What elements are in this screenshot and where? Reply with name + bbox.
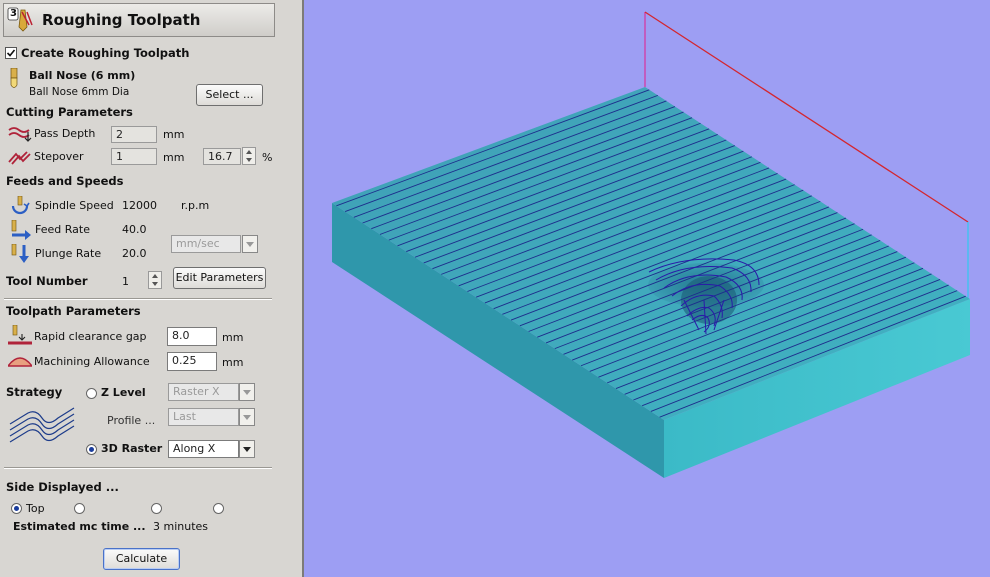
estimated-time-label: Estimated mc time ... xyxy=(13,520,146,533)
pass-depth-input[interactable]: 2 xyxy=(111,126,157,143)
pass-depth-unit: mm xyxy=(163,128,185,141)
strategy-raster-icon xyxy=(8,404,78,448)
create-roughing-label: Create Roughing Toolpath xyxy=(21,46,190,60)
side-option-2-radio[interactable] xyxy=(74,503,85,514)
stepover-percent-input[interactable]: 16.7 xyxy=(203,148,241,165)
zlevel-radio[interactable] xyxy=(86,388,97,399)
feed-rate-icon xyxy=(10,219,32,244)
select-tool-button[interactable]: Select ... xyxy=(196,84,263,106)
raster3d-radio[interactable] xyxy=(86,444,97,455)
tool-description: Ball Nose 6mm Dia xyxy=(29,86,130,98)
profile-dropdown-arrow[interactable] xyxy=(239,408,255,426)
side-option-4-radio[interactable] xyxy=(213,503,224,514)
spindle-speed-unit: r.p.m xyxy=(181,199,210,212)
tool-name: Ball Nose (6 mm) xyxy=(29,69,136,82)
tool-number-value[interactable]: 1 xyxy=(122,275,129,288)
feeds-speeds-heading: Feeds and Speeds xyxy=(6,174,124,188)
profile-select[interactable]: Last xyxy=(168,408,239,426)
raster3d-direction-dropdown-arrow[interactable] xyxy=(239,440,255,458)
stepover-label: Stepover xyxy=(34,150,84,163)
zlevel-raster-select[interactable]: Raster X xyxy=(168,383,239,401)
raster3d-direction-select[interactable]: Along X xyxy=(168,440,239,458)
pass-depth-icon xyxy=(8,126,32,146)
stepover-percent-spinner[interactable] xyxy=(242,147,256,165)
toolpath-parameters-heading: Toolpath Parameters xyxy=(6,304,141,318)
machining-allowance-icon xyxy=(6,352,34,372)
title-icon-number: 3 xyxy=(10,8,17,19)
tool-number-spinner[interactable] xyxy=(148,271,162,289)
zlevel-label: Z Level xyxy=(101,386,146,399)
pass-depth-label: Pass Depth xyxy=(34,127,96,140)
raster3d-label: 3D Raster xyxy=(101,442,163,455)
calculate-button[interactable]: Calculate xyxy=(103,548,180,570)
3d-viewport[interactable] xyxy=(304,0,990,577)
strategy-label: Strategy xyxy=(6,385,63,399)
machining-allowance-input[interactable]: 0.25 xyxy=(167,352,217,371)
side-displayed-heading: Side Displayed ... xyxy=(6,480,119,494)
tool-number-label: Tool Number xyxy=(6,274,88,288)
toolpath-preview xyxy=(332,11,970,478)
roughing-toolpath-panel: 3 Roughing Toolpath Create Roughing Tool… xyxy=(0,0,304,577)
profile-label: Profile ... xyxy=(107,414,156,427)
rapid-clearance-label: Rapid clearance gap xyxy=(34,330,147,343)
plunge-rate-icon xyxy=(10,243,32,268)
plunge-rate-value: 20.0 xyxy=(122,247,147,260)
stepover-input[interactable]: 1 xyxy=(111,148,157,165)
plunge-rate-label: Plunge Rate xyxy=(35,247,102,260)
panel-title-bar: 3 Roughing Toolpath xyxy=(3,3,275,37)
ball-nose-tool-icon xyxy=(9,67,19,94)
stepover-unit: mm xyxy=(163,151,185,164)
zlevel-raster-dropdown-arrow[interactable] xyxy=(239,383,255,401)
rate-units-select[interactable]: mm/sec xyxy=(171,235,241,253)
stepover-percent-unit: % xyxy=(262,151,273,164)
divider xyxy=(4,467,272,469)
spindle-speed-icon xyxy=(10,195,30,220)
rapid-clearance-icon xyxy=(8,324,32,349)
spindle-speed-value: 12000 xyxy=(122,199,157,212)
edit-parameters-button[interactable]: Edit Parameters xyxy=(173,267,266,289)
machining-allowance-unit: mm xyxy=(222,356,244,369)
panel-title: Roughing Toolpath xyxy=(42,11,201,29)
feed-rate-value: 40.0 xyxy=(122,223,147,236)
rapid-clearance-unit: mm xyxy=(222,331,244,344)
side-top-radio[interactable] xyxy=(11,503,22,514)
spindle-speed-label: Spindle Speed xyxy=(35,199,114,212)
estimated-time-value: 3 minutes xyxy=(153,520,209,533)
cutting-parameters-heading: Cutting Parameters xyxy=(6,105,133,119)
rapid-clearance-input[interactable]: 8.0 xyxy=(167,327,217,346)
stepover-icon xyxy=(8,150,32,169)
machining-allowance-label: Machining Allowance xyxy=(34,355,150,368)
roughing-toolpath-icon: 3 xyxy=(7,7,35,33)
create-roughing-checkbox[interactable] xyxy=(5,47,17,59)
checkmark-icon xyxy=(6,49,16,57)
feed-rate-label: Feed Rate xyxy=(35,223,90,236)
side-option-3-radio[interactable] xyxy=(151,503,162,514)
side-top-label: Top xyxy=(26,502,45,515)
rate-units-dropdown-arrow[interactable] xyxy=(242,235,258,253)
divider xyxy=(4,298,272,300)
